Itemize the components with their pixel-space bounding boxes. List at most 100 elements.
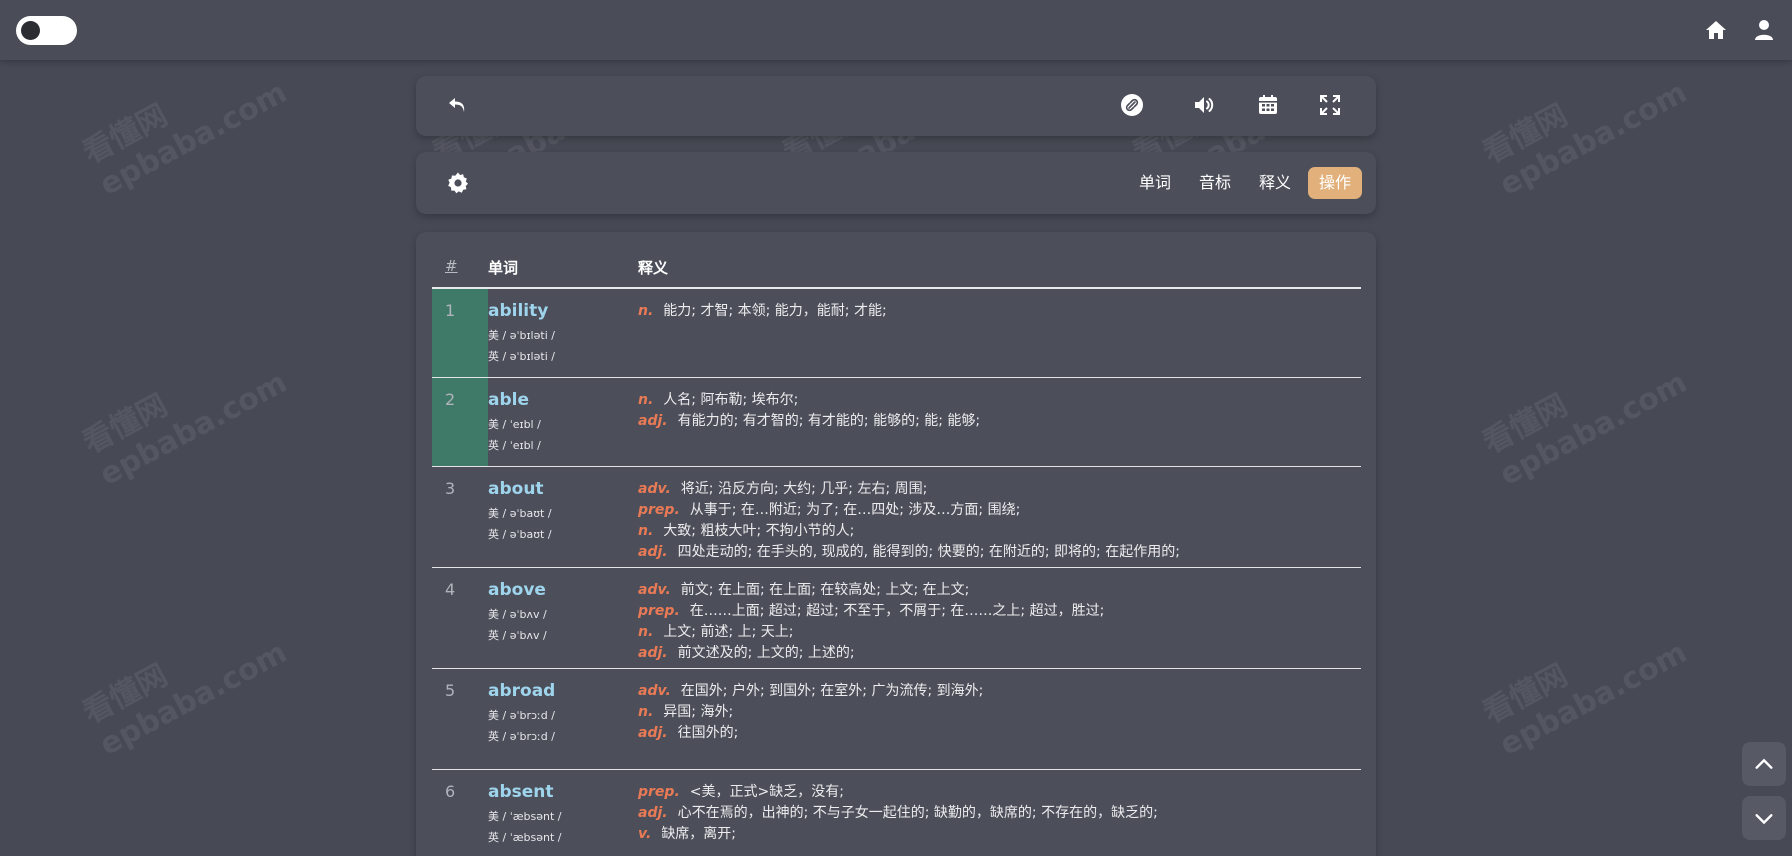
definition-line: adv. 在国外; 户外; 到国外; 在室外; 广为流传; 到海外; (638, 681, 1361, 702)
watermark-line1: 看懂网 (1477, 97, 1574, 172)
phonetic-uk[interactable]: 英 / əˈbʌv / (488, 625, 638, 646)
theme-toggle[interactable] (16, 16, 77, 45)
scroll-up-button[interactable] (1742, 742, 1786, 786)
part-of-speech: adj. (638, 804, 668, 821)
table-row[interactable]: 1 ability 美 / əˈbɪləti / 英 / əˈbɪləti / n. 能力… (432, 288, 1361, 378)
definition-text: 上文; 前述; 上; 天上; (663, 623, 794, 640)
word-text[interactable]: about (488, 479, 638, 499)
part-of-speech: v. (638, 825, 652, 842)
fullscreen-icon[interactable] (1316, 91, 1344, 119)
word-table-card: # 单词 释义 1 ability 美 / əˈbɪləti / 英 / əˈbɪlə… (416, 232, 1376, 856)
word-text[interactable]: able (488, 390, 638, 410)
part-of-speech: n. (638, 703, 654, 720)
table-row[interactable]: 5 abroad 美 / əˈbrɔːd / 英 / əˈbrɔːd / adv. 在国外… (432, 668, 1361, 770)
part-of-speech: adj. (638, 724, 668, 741)
word-cell: about 美 / əˈbaʊt / 英 / əˈbaʊt / (488, 466, 638, 568)
phonetic-uk[interactable]: 英 / əˈbɪləti / (488, 346, 638, 367)
definition-line: adv. 前文; 在上面; 在上面; 在较高处; 上文; 在上文; (638, 580, 1361, 601)
phonetic-uk[interactable]: 英 / ˈæbsənt / (488, 827, 638, 848)
table-row[interactable]: 2 able 美 / ˈeɪbl / 英 / ˈeɪbl / n. 人名; 阿布勒; 埃布… (432, 377, 1361, 467)
watermark-line1: 看懂网 (1477, 657, 1574, 732)
table-row[interactable]: 4 above 美 / əˈbʌv / 英 / əˈbʌv / adv. 前文; 在上面;… (432, 567, 1361, 669)
part-of-speech: adv. (638, 581, 671, 598)
definition-line: n. 能力; 才智; 本领; 能力，能耐; 才能; (638, 301, 1361, 322)
definition-text: 在……上面; 超过; 超过; 不至于，不屑于; 在……之上; 超过，胜过; (689, 602, 1105, 619)
definition-text: 能力; 才智; 本领; 能力，能耐; 才能; (663, 303, 887, 319)
calendar-icon[interactable] (1254, 91, 1282, 119)
watermark-line2: epbaba.com (1494, 75, 1693, 203)
watermark-line1: 看懂网 (77, 657, 174, 732)
watermark: 看懂网epbaba.com (1474, 596, 1692, 763)
settings-bar: 单词 音标 释义 操作 (416, 152, 1376, 214)
watermark-line2: epbaba.com (94, 365, 293, 493)
word-text[interactable]: abroad (488, 681, 638, 701)
table-header: # 单词 释义 (432, 254, 1361, 289)
part-of-speech: prep. (638, 602, 680, 619)
link-icon[interactable] (1118, 91, 1146, 119)
definition-text: 前文述及的; 上文的; 上述的; (677, 644, 855, 661)
definition-text: 前文; 在上面; 在上面; 在较高处; 上文; 在上文; (680, 581, 970, 598)
gear-icon[interactable] (444, 169, 472, 197)
word-cell: above 美 / əˈbʌv / 英 / əˈbʌv / (488, 567, 638, 669)
definition-text: 在国外; 户外; 到国外; 在室外; 广为流传; 到海外; (680, 682, 984, 699)
definition-text: 大致; 粗枝大叶; 不拘小节的人; (663, 522, 855, 539)
word-cell: able 美 / ˈeɪbl / 英 / ˈeɪbl / (488, 377, 638, 467)
part-of-speech: adj. (638, 543, 668, 560)
part-of-speech: n. (638, 391, 654, 408)
part-of-speech: n. (638, 623, 654, 640)
user-icon[interactable] (1752, 18, 1776, 42)
part-of-speech: adv. (638, 682, 671, 699)
definition-line: adj. 心不在焉的，出神的; 不与子女一起住的; 缺勤的，缺席的; 不存在的，缺… (638, 803, 1361, 824)
phonetic-us[interactable]: 美 / əˈbaʊt / (488, 503, 638, 524)
definition-cell: adv. 前文; 在上面; 在上面; 在较高处; 上文; 在上文; prep. 在……… (638, 567, 1361, 669)
definition-text: 从事于; 在…附近; 为了; 在…四处; 涉及…方面; 围绕; (689, 501, 1021, 518)
table-row[interactable]: 6 absent 美 / ˈæbsənt / 英 / ˈæbsənt / prep. <美… (432, 769, 1361, 856)
header-word: 单词 (488, 254, 638, 289)
phonetic-uk[interactable]: 英 / əˈbrɔːd / (488, 726, 638, 747)
scroll-down-button[interactable] (1742, 796, 1786, 840)
tab-action[interactable]: 操作 (1307, 167, 1362, 199)
back-icon[interactable] (444, 91, 472, 119)
part-of-speech: n. (638, 303, 654, 319)
word-cell: ability 美 / əˈbɪləti / 英 / əˈbɪləti / (488, 288, 638, 378)
watermark-line1: 看懂网 (1477, 387, 1574, 462)
row-number: 5 (432, 668, 488, 770)
phonetic-uk[interactable]: 英 / ˈeɪbl / (488, 435, 638, 456)
table-row[interactable]: 3 about 美 / əˈbaʊt / 英 / əˈbaʊt / adv. 将近; 沿反… (432, 466, 1361, 568)
definition-text: 有能力的; 有才智的; 有才能的; 能够的; 能; 能够; (677, 412, 981, 429)
phonetic-uk[interactable]: 英 / əˈbaʊt / (488, 524, 638, 545)
phonetic-us[interactable]: 美 / ˈæbsənt / (488, 806, 638, 827)
row-number: 2 (432, 377, 488, 467)
row-number: 3 (432, 466, 488, 568)
tab-definition[interactable]: 释义 (1248, 167, 1302, 199)
definition-text: <美，正式>缺乏，没有; (689, 783, 844, 800)
part-of-speech: adj. (638, 644, 668, 661)
definition-line: n. 上文; 前述; 上; 天上; (638, 622, 1361, 643)
phonetic-us[interactable]: 美 / əˈbʌv / (488, 604, 638, 625)
phonetic-us[interactable]: 美 / əˈbɪləti / (488, 325, 638, 346)
part-of-speech: n. (638, 522, 654, 539)
definition-line: adj. 四处走动的; 在手头的, 现成的, 能得到的; 快要的; 在附近的; 即… (638, 542, 1361, 563)
definition-line: adj. 前文述及的; 上文的; 上述的; (638, 643, 1361, 664)
tab-phonetic[interactable]: 音标 (1188, 167, 1242, 199)
watermark: 看懂网epbaba.com (1474, 326, 1692, 493)
part-of-speech: adv. (638, 480, 671, 497)
home-icon[interactable] (1704, 18, 1728, 42)
word-text[interactable]: absent (488, 782, 638, 802)
view-tabs: 单词 音标 释义 操作 (1128, 167, 1362, 199)
definition-line: prep. <美，正式>缺乏，没有; (638, 782, 1361, 803)
tab-word[interactable]: 单词 (1128, 167, 1182, 199)
phonetic-us[interactable]: 美 / ˈeɪbl / (488, 414, 638, 435)
definition-text: 缺席，离开; (661, 825, 737, 842)
chevron-down-icon (1755, 814, 1773, 825)
header-num[interactable]: # (432, 254, 488, 289)
definition-line: n. 异国; 海外; (638, 702, 1361, 723)
word-text[interactable]: ability (488, 301, 638, 321)
definition-line: n. 人名; 阿布勒; 埃布尔; (638, 390, 1361, 411)
definition-line: n. 大致; 粗枝大叶; 不拘小节的人; (638, 521, 1361, 542)
definition-line: prep. 在……上面; 超过; 超过; 不至于，不屑于; 在……之上; 超过，胜… (638, 601, 1361, 622)
part-of-speech: prep. (638, 501, 680, 518)
volume-icon[interactable] (1190, 91, 1218, 119)
phonetic-us[interactable]: 美 / əˈbrɔːd / (488, 705, 638, 726)
word-text[interactable]: above (488, 580, 638, 600)
